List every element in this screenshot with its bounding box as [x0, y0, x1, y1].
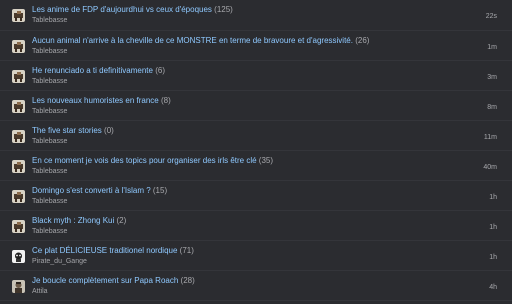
- topic-author[interactable]: Attila: [32, 287, 48, 296]
- topic-row[interactable]: Black myth : Zhong Kui (2) Tablebasse 1h: [0, 211, 512, 241]
- topic-line: Les nouveaux humoristes en france (8): [32, 96, 452, 106]
- tablebasse-avatar-icon[interactable]: [12, 100, 25, 113]
- topic-time: 1h: [489, 194, 497, 201]
- tablebasse-avatar-icon[interactable]: [12, 160, 25, 173]
- topic-line: Je boucle complètement sur Papa Roach (2…: [32, 276, 452, 286]
- topic-line: Les anime de FDP d'aujourdhui vs ceux d'…: [32, 5, 452, 15]
- topic-title-link[interactable]: Black myth : Zhong Kui: [32, 216, 114, 225]
- topic-author[interactable]: Tablebasse: [32, 137, 67, 146]
- reply-count: (35): [258, 156, 274, 165]
- topic-author[interactable]: Tablebasse: [32, 107, 67, 116]
- topic-row[interactable]: Les anime de FDP d'aujourdhui vs ceux d'…: [0, 0, 512, 31]
- topic-author[interactable]: Tablebasse: [32, 167, 67, 176]
- tablebasse-avatar-icon[interactable]: [12, 9, 25, 22]
- topic-row[interactable]: Domingo s'est converti à l'Islam ? (15) …: [0, 181, 512, 211]
- topic-author[interactable]: Tablebasse: [32, 197, 67, 206]
- topic-author[interactable]: Tablebasse: [32, 77, 67, 86]
- tablebasse-avatar-icon[interactable]: [12, 220, 25, 233]
- topic-line: The five star stories (0): [32, 126, 452, 136]
- topic-title-link[interactable]: Aucun animal n'arrive à la cheville de c…: [32, 36, 353, 45]
- topic-line: Aucun animal n'arrive à la cheville de c…: [32, 36, 452, 46]
- reply-count: (71): [179, 246, 194, 255]
- topic-list: Les anime de FDP d'aujourdhui vs ceux d'…: [0, 0, 512, 304]
- topic-time: 1h: [489, 224, 497, 231]
- tablebasse-avatar-icon[interactable]: [12, 40, 25, 53]
- topic-time: 1h: [489, 254, 497, 261]
- topic-title-link[interactable]: The five star stories: [32, 126, 102, 135]
- topic-row[interactable]: Je boucle complètement sur Papa Roach (2…: [0, 271, 512, 301]
- topic-row[interactable]: Ce plat DÉLICIEUSE traditionel nordique …: [0, 241, 512, 271]
- topic-row[interactable]: He renunciado a ti definitivamente (6) T…: [0, 61, 512, 91]
- reply-count: (6): [155, 66, 165, 75]
- attila-avatar-icon[interactable]: [12, 280, 25, 293]
- topic-row[interactable]: The five star stories (0) Tablebasse 11m: [0, 121, 512, 151]
- reply-count: (8): [160, 96, 171, 105]
- reply-count: (125): [214, 5, 233, 14]
- pirate-avatar-icon[interactable]: [12, 250, 25, 263]
- topic-line: Black myth : Zhong Kui (2): [32, 216, 452, 226]
- tablebasse-avatar-icon[interactable]: [12, 70, 25, 83]
- tablebasse-avatar-icon[interactable]: [12, 190, 25, 203]
- reply-count: (0): [104, 126, 114, 135]
- topic-title-link[interactable]: He renunciado a ti definitivamente: [32, 66, 153, 75]
- topic-title-link[interactable]: Ce plat DÉLICIEUSE traditionel nordique: [32, 246, 177, 255]
- topic-title-link[interactable]: Les anime de FDP d'aujourdhui vs ceux d'…: [32, 5, 212, 14]
- topic-line: Ce plat DÉLICIEUSE traditionel nordique …: [32, 246, 452, 256]
- tablebasse-avatar-icon[interactable]: [12, 130, 25, 143]
- topic-row[interactable]: En ce moment je vois des topics pour org…: [0, 151, 512, 181]
- topic-time: 4h: [489, 284, 497, 291]
- topic-time: 1m: [487, 44, 497, 51]
- topic-line: En ce moment je vois des topics pour org…: [32, 156, 452, 166]
- topic-author[interactable]: Tablebasse: [32, 227, 67, 236]
- reply-count: (15): [152, 186, 168, 195]
- reply-count: (2): [116, 216, 127, 225]
- topic-title-link[interactable]: Les nouveaux humoristes en france: [32, 96, 159, 105]
- topic-row[interactable]: Aucun animal n'arrive à la cheville de c…: [0, 31, 512, 61]
- topic-time: 40m: [483, 164, 497, 171]
- topic-line: Domingo s'est converti à l'Islam ? (15): [32, 186, 452, 196]
- topic-author[interactable]: Tablebasse: [32, 47, 67, 56]
- topic-title-link[interactable]: Je boucle complètement sur Papa Roach: [32, 276, 178, 285]
- topic-author[interactable]: Pirate_du_Gange: [32, 257, 87, 266]
- topic-row[interactable]: Les nouveaux humoristes en france (8) Ta…: [0, 91, 512, 121]
- topic-line: He renunciado a ti definitivamente (6): [32, 66, 452, 76]
- topic-time: 3m: [487, 74, 497, 81]
- reply-count: (28): [180, 276, 195, 285]
- topic-title-link[interactable]: En ce moment je vois des topics pour org…: [32, 156, 257, 165]
- reply-count: (26): [355, 36, 370, 45]
- topic-time: 22s: [485, 13, 497, 20]
- topic-title-link[interactable]: Domingo s'est converti à l'Islam ?: [32, 186, 151, 195]
- topic-time: 11m: [483, 134, 497, 141]
- topic-author[interactable]: Tablebasse: [32, 16, 67, 25]
- topic-time: 8m: [487, 104, 497, 111]
